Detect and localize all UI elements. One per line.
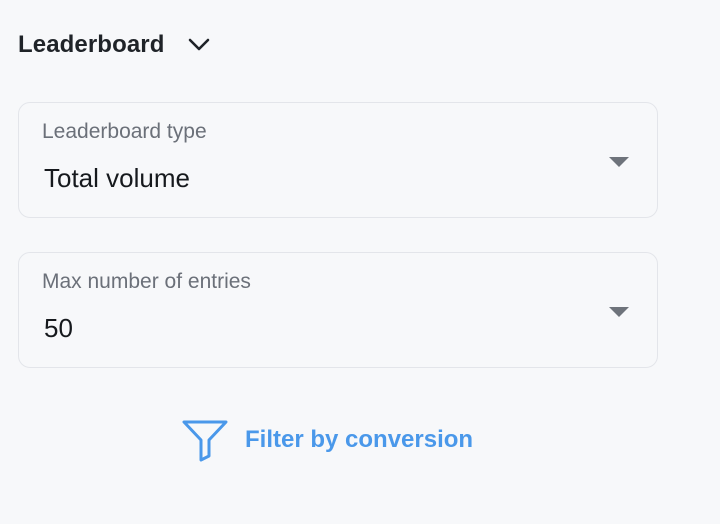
max-entries-select[interactable]: Max number of entries 50: [18, 252, 658, 368]
leaderboard-type-label: Leaderboard type: [42, 120, 207, 143]
filter-by-conversion-button[interactable]: Filter by conversion: [181, 418, 473, 462]
caret-down-icon[interactable]: [609, 307, 629, 317]
chevron-down-icon[interactable]: [188, 34, 210, 56]
leaderboard-section-header[interactable]: Leaderboard: [18, 28, 210, 62]
max-entries-label: Max number of entries: [42, 270, 251, 293]
filter-funnel-icon: [181, 418, 229, 462]
caret-down-icon[interactable]: [609, 157, 629, 167]
filter-by-conversion-label: Filter by conversion: [245, 426, 474, 453]
leaderboard-type-value: Total volume: [44, 163, 190, 193]
leaderboard-type-select[interactable]: Leaderboard type Total volume: [18, 102, 658, 218]
section-title: Leaderboard: [18, 31, 165, 58]
max-entries-value: 50: [44, 313, 73, 343]
